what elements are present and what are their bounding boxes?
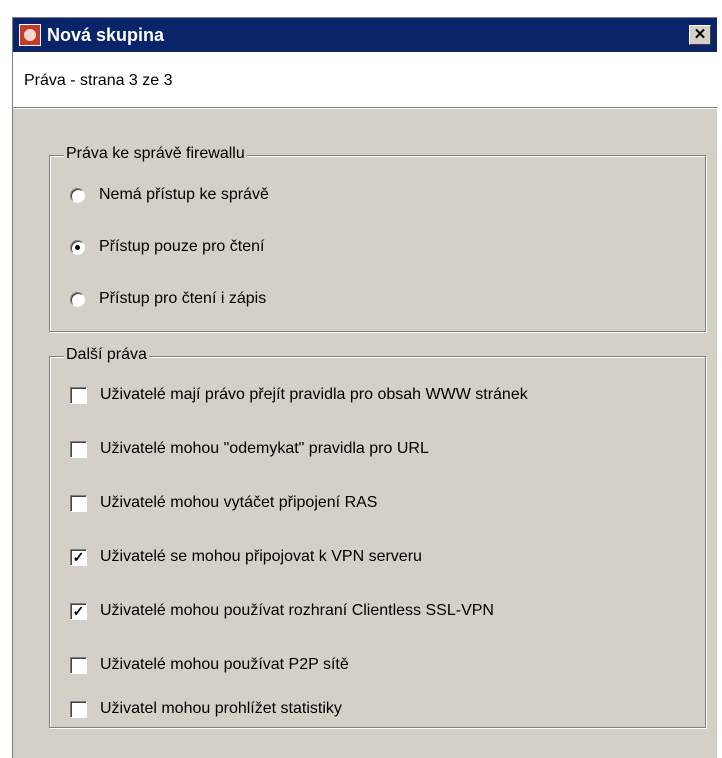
dialog-window: Nová skupina ✕ Práva - strana 3 ze 3 Prá… bbox=[12, 17, 717, 758]
radio-no-access[interactable]: Nemá přístup ke správě bbox=[70, 183, 269, 207]
checkbox-icon[interactable] bbox=[70, 656, 87, 674]
checkbox-p2p[interactable]: Uživatelé mohou používat P2P sítě bbox=[70, 653, 349, 677]
checkbox-checked-icon[interactable]: ✓ bbox=[70, 602, 87, 620]
window-title: Nová skupina bbox=[47, 25, 165, 45]
title-bar[interactable]: Nová skupina ✕ bbox=[13, 18, 717, 52]
checkbox-checked-icon[interactable]: ✓ bbox=[70, 548, 87, 566]
radio-read-write[interactable]: Přístup pro čtení i zápis bbox=[70, 287, 266, 311]
checkbox-statistics[interactable]: Uživatel mohou prohlížet statistiky bbox=[70, 697, 342, 721]
checkbox-icon[interactable] bbox=[70, 494, 87, 512]
checkbox-label: Uživatelé mohou "odemykat" pravidla pro … bbox=[100, 440, 429, 457]
radio-label: Přístup pro čtení i zápis bbox=[99, 290, 267, 307]
checkbox-clientless-ssl-vpn[interactable]: ✓ Uživatelé mohou používat rozhraní Clie… bbox=[70, 599, 494, 623]
checkbox-ras-dial[interactable]: Uživatelé mohou vytáčet připojení RAS bbox=[70, 491, 377, 515]
checkbox-label: Uživatelé se mohou připojovat k VPN serv… bbox=[100, 548, 422, 565]
checkbox-label: Uživatelé mohou používat P2P sítě bbox=[100, 656, 349, 673]
checkbox-vpn-connect[interactable]: ✓ Uživatelé se mohou připojovat k VPN se… bbox=[70, 545, 422, 569]
checkbox-icon[interactable] bbox=[70, 440, 87, 458]
checkbox-url-unlock[interactable]: Uživatelé mohou "odemykat" pravidla pro … bbox=[70, 437, 429, 461]
radio-read-only[interactable]: Přístup pouze pro čtení bbox=[70, 235, 264, 259]
radio-button-icon[interactable] bbox=[70, 291, 85, 307]
radio-button-icon[interactable] bbox=[70, 187, 85, 203]
group-app-icon bbox=[19, 24, 41, 46]
page-indicator: Práva - strana 3 ze 3 bbox=[24, 72, 173, 89]
checkbox-icon[interactable] bbox=[70, 386, 87, 404]
radio-button-selected-icon[interactable] bbox=[70, 239, 85, 255]
close-button[interactable]: ✕ bbox=[689, 25, 711, 45]
other-rights-group: Další práva Uživatelé mají právo přejít … bbox=[49, 346, 706, 728]
checkbox-www-override[interactable]: Uživatelé mají právo přejít pravidla pro… bbox=[70, 383, 528, 407]
firewall-rights-group: Práva ke správě firewallu Nemá přístup k… bbox=[49, 145, 706, 332]
firewall-rights-legend: Práva ke správě firewallu bbox=[64, 145, 247, 163]
radio-label: Nemá přístup ke správě bbox=[99, 186, 269, 203]
checkbox-icon[interactable] bbox=[70, 700, 87, 718]
checkbox-label: Uživatel mohou prohlížet statistiky bbox=[100, 700, 342, 717]
checkbox-label: Uživatelé mohou vytáčet připojení RAS bbox=[100, 494, 378, 511]
other-rights-legend: Další práva bbox=[64, 346, 149, 364]
checkbox-label: Uživatelé mají právo přejít pravidla pro… bbox=[100, 386, 528, 403]
wizard-header: Práva - strana 3 ze 3 bbox=[13, 52, 717, 109]
radio-label: Přístup pouze pro čtení bbox=[99, 238, 265, 255]
checkbox-label: Uživatelé mohou používat rozhraní Client… bbox=[100, 602, 494, 619]
